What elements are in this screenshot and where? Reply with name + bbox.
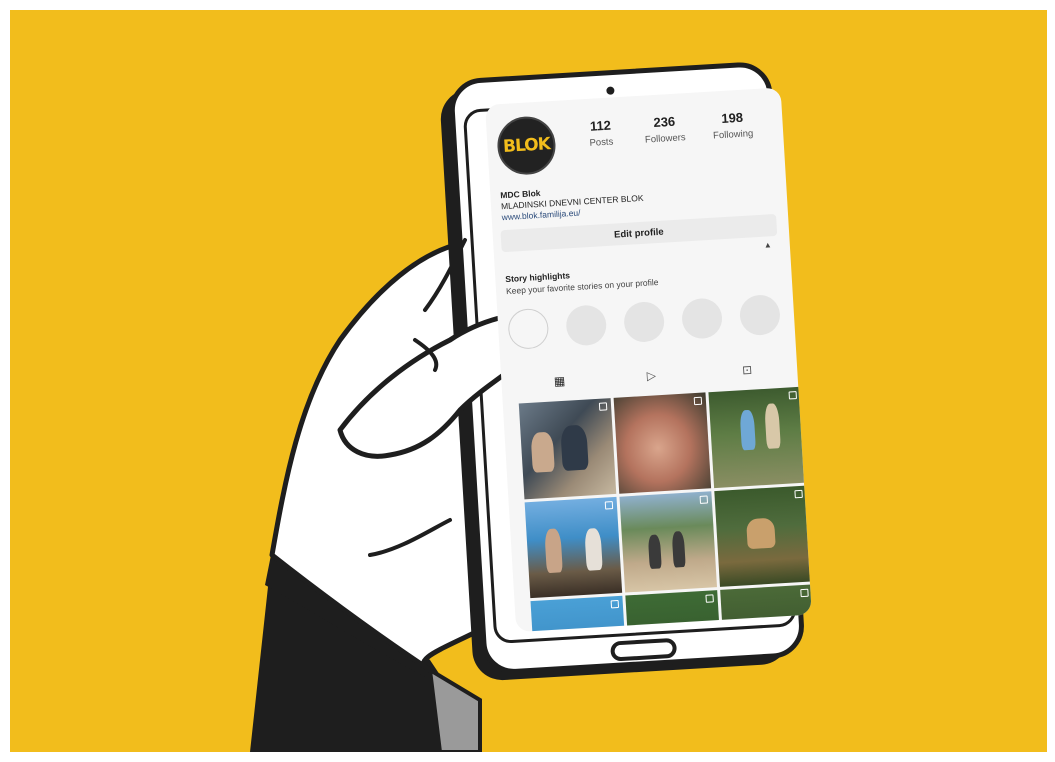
grid-icon[interactable]: ▦ (549, 372, 570, 389)
post-thumbnail[interactable] (524, 496, 623, 599)
multi-photo-icon (788, 391, 797, 400)
tagged-user-icon[interactable]: ⊡ (737, 361, 758, 378)
chevron-up-icon[interactable]: ▲ (764, 240, 772, 249)
posts-grid (518, 386, 812, 633)
story-highlights: Story highlights Keep your favorite stor… (505, 258, 786, 350)
posts-stat[interactable]: 112 Posts (570, 116, 632, 150)
followers-stat[interactable]: 236 Followers (634, 113, 696, 147)
posts-count: 112 (589, 117, 612, 134)
illustration-scene: BLOK 112 Posts 236 Followers 198 Followi… (10, 10, 1047, 752)
following-label: Following (712, 128, 754, 142)
avatar[interactable]: BLOK (495, 114, 558, 177)
multi-photo-icon (699, 495, 709, 504)
home-button (610, 638, 677, 662)
following-stat[interactable]: 198 Following (702, 109, 764, 143)
multi-photo-icon (598, 402, 608, 411)
followers-count: 236 (653, 113, 676, 131)
posts-label: Posts (589, 136, 614, 149)
following-count: 198 (720, 109, 744, 126)
avatar-logo-text: BLOK (502, 134, 551, 157)
post-thumbnail[interactable] (714, 485, 812, 587)
multi-photo-icon (693, 396, 703, 406)
followers-label: Followers (644, 132, 686, 146)
multi-photo-icon (705, 594, 714, 603)
multi-photo-icon (800, 588, 809, 598)
highlight-placeholder (565, 304, 608, 347)
sleeve-lining (427, 666, 482, 752)
highlight-placeholder (622, 300, 666, 344)
new-highlight-button[interactable] (507, 307, 550, 350)
post-thumbnail[interactable] (518, 398, 617, 500)
multi-photo-icon (794, 489, 803, 499)
highlight-placeholder (680, 297, 724, 340)
post-thumbnail[interactable] (708, 386, 806, 489)
post-thumbnail[interactable] (613, 392, 712, 494)
instagram-profile-screen: BLOK 112 Posts 236 Followers 198 Followi… (485, 87, 812, 633)
multi-photo-icon (604, 501, 614, 510)
reels-play-icon[interactable]: ▷ (641, 367, 662, 384)
multi-photo-icon (610, 599, 620, 609)
post-thumbnail[interactable] (619, 491, 717, 593)
highlight-placeholder (738, 293, 782, 337)
